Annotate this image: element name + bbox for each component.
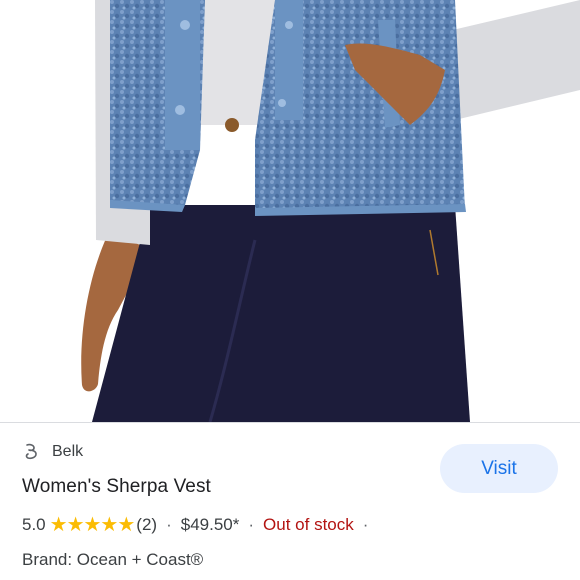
separator-dot: · (362, 515, 369, 534)
separator-dot: · (248, 515, 255, 534)
divider (0, 422, 580, 423)
product-title[interactable]: Women's Sherpa Vest (22, 476, 211, 498)
rating-stars-icon: ★★★★★ (49, 514, 136, 536)
separator-dot: · (166, 515, 172, 534)
store-favicon-icon (25, 443, 37, 460)
product-image[interactable] (0, 0, 580, 422)
rating-price-row: 5.0 ★★★★★ (2) · $49.50* · Out of stock · (22, 515, 377, 535)
stock-status: Out of stock (263, 515, 354, 534)
price: $49.50* (180, 515, 240, 534)
review-count[interactable]: (2) (136, 515, 157, 535)
store-row[interactable]: Belk (22, 442, 83, 462)
rating-value: 5.0 (22, 515, 46, 534)
brand-label: Brand: Ocean + Coast® (22, 550, 204, 569)
store-name[interactable]: Belk (52, 443, 83, 461)
visit-button[interactable]: Visit (440, 444, 558, 493)
